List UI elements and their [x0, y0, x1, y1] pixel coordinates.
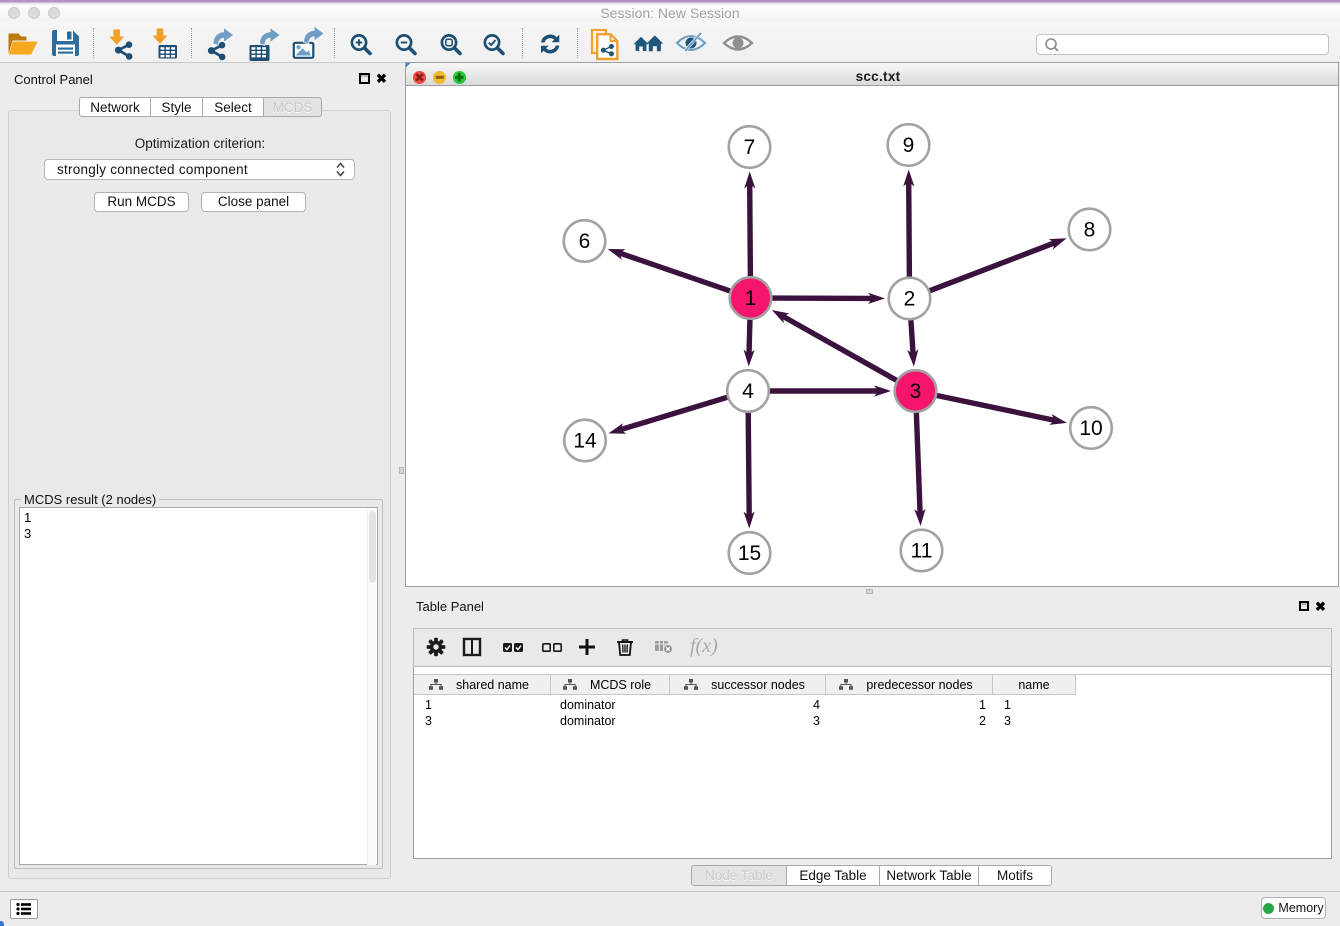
- svg-text:2: 2: [904, 288, 916, 311]
- svg-text:4: 4: [742, 380, 754, 403]
- svg-text:15: 15: [738, 542, 761, 565]
- svg-text:6: 6: [579, 230, 591, 253]
- svg-text:8: 8: [1084, 219, 1096, 242]
- svg-text:7: 7: [744, 136, 756, 159]
- svg-text:10: 10: [1079, 417, 1102, 440]
- svg-text:3: 3: [910, 380, 922, 403]
- svg-text:14: 14: [573, 430, 597, 453]
- svg-text:1: 1: [745, 287, 757, 310]
- svg-text:9: 9: [903, 134, 915, 157]
- svg-text:f(x): f(x): [690, 635, 718, 657]
- svg-text:11: 11: [911, 540, 933, 563]
